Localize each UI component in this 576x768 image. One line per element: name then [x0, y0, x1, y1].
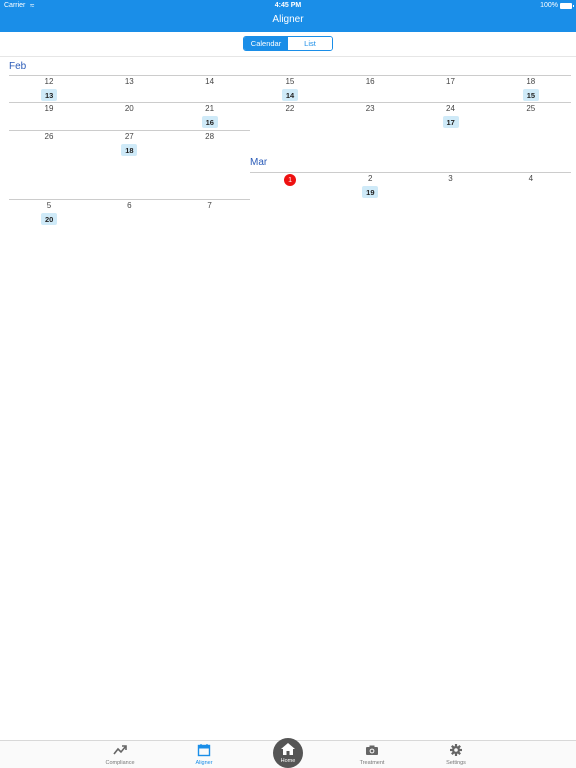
aligner-number-badge[interactable]: 14 [282, 89, 299, 101]
month-label: Feb [9, 61, 27, 72]
tab-aligner[interactable]: Aligner [174, 743, 234, 766]
calendar-day[interactable]: 17 [411, 77, 491, 86]
calendar-icon [174, 743, 234, 759]
calendar-day[interactable]: 26 [9, 132, 89, 141]
calendar-day[interactable]: 22 [250, 104, 330, 113]
tab-aligner-label: Aligner [195, 760, 213, 766]
trend-up-icon [90, 743, 150, 759]
calendar-day[interactable]: 16 [330, 77, 410, 86]
calendar-day[interactable]: 14 [170, 77, 250, 86]
calendar-day[interactable]: 20 [89, 104, 169, 113]
home-label: Home [280, 758, 296, 764]
segment-list[interactable]: List [288, 37, 332, 50]
segment-calendar[interactable]: Calendar [244, 37, 288, 50]
home-icon [273, 743, 303, 755]
aligner-number-badge[interactable]: 19 [362, 186, 379, 198]
tab-settings[interactable]: Settings [426, 743, 486, 766]
calendar-day[interactable]: 13 [89, 77, 169, 86]
calendar-day[interactable]: 7 [170, 201, 250, 210]
calendar-day[interactable]: 4 [491, 174, 571, 183]
calendar-day[interactable]: 3 [411, 174, 491, 183]
calendar-day[interactable]: 18 [491, 77, 571, 86]
calendar-day[interactable]: 25 [491, 104, 571, 113]
week-separator [9, 75, 572, 76]
tab-compliance-label: Compliance [105, 760, 135, 766]
nav-header: Carrier ≈ 4:45 PM 100% Aligner [0, 0, 576, 32]
status-time: 4:45 PM [274, 2, 302, 9]
today-day-marker[interactable]: 1 [284, 174, 297, 186]
week-separator [9, 199, 250, 200]
page-title: Aligner [272, 14, 304, 25]
view-segmented-control: Calendar List [243, 36, 333, 51]
calendar-day[interactable]: 27 [89, 132, 169, 141]
calendar-day[interactable]: 5 [9, 201, 89, 210]
month-label: Mar [250, 157, 268, 168]
calendar-day[interactable]: 15 [250, 77, 330, 86]
calendar-day[interactable]: 6 [89, 201, 169, 210]
aligner-number-badge[interactable]: 17 [442, 116, 459, 128]
battery-icon [560, 3, 574, 9]
gear-icon [426, 743, 486, 759]
calendar-day[interactable]: 12 [9, 77, 89, 86]
tab-settings-label: Settings [446, 760, 466, 766]
aligner-number-badge[interactable]: 16 [201, 116, 218, 128]
battery-percent: 100% [540, 2, 558, 9]
aligner-number-badge[interactable]: 18 [121, 144, 138, 156]
week-separator [9, 130, 250, 131]
calendar-day[interactable]: 23 [330, 104, 410, 113]
divider [0, 56, 576, 57]
calendar-day[interactable]: 24 [411, 104, 491, 113]
aligner-number-badge[interactable]: 13 [41, 89, 58, 101]
tab-treatment-label: Treatment [359, 760, 385, 766]
aligner-number-badge[interactable]: 15 [522, 89, 539, 101]
camera-icon [342, 743, 402, 759]
tab-treatment[interactable]: Treatment [342, 743, 402, 766]
calendar-day[interactable]: 19 [9, 104, 89, 113]
tab-compliance[interactable]: Compliance [90, 743, 150, 766]
week-separator [9, 102, 572, 103]
aligner-number-badge[interactable]: 20 [41, 213, 58, 225]
week-separator [249, 172, 572, 173]
status-bar: Carrier ≈ 4:45 PM 100% [0, 0, 576, 12]
calendar-day[interactable]: 21 [170, 104, 250, 113]
calendar-day[interactable]: 2 [330, 174, 410, 183]
home-button[interactable]: Home [273, 738, 303, 768]
calendar-day[interactable]: 28 [170, 132, 250, 141]
